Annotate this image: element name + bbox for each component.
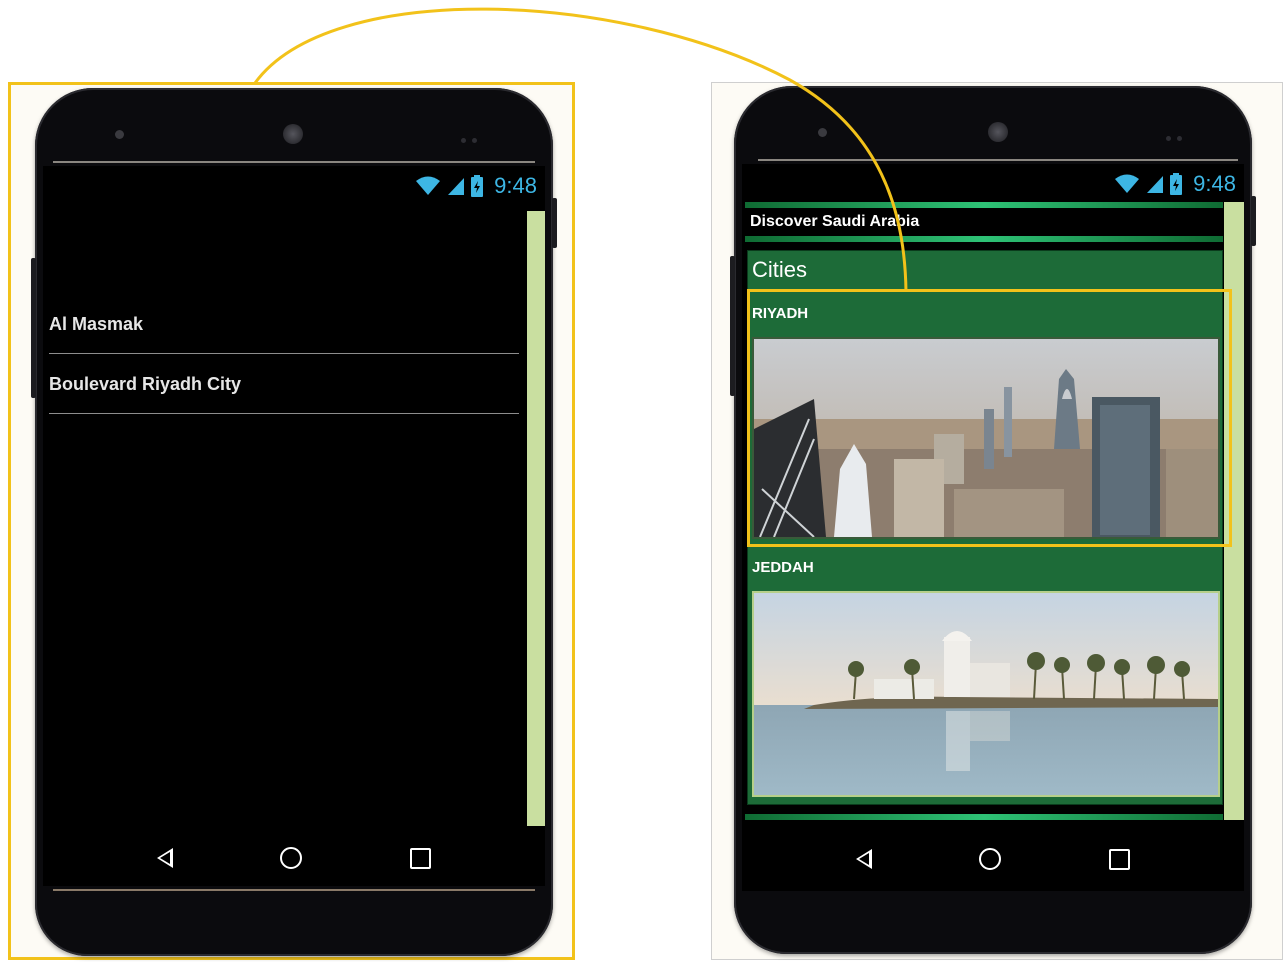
home-icon[interactable]	[979, 848, 1002, 870]
back-icon[interactable]	[855, 849, 872, 869]
navigation-bar	[43, 826, 545, 886]
signal-icon	[1147, 176, 1164, 193]
volume-button	[730, 256, 735, 396]
city-label-jeddah: JEDDAH	[752, 559, 814, 576]
power-button	[552, 198, 557, 248]
status-bar: 9:48	[1114, 170, 1236, 198]
left-phone-frame: 9:48 Al Masmak Boulevard Riyadh City	[8, 82, 575, 960]
screen-bottom-edge	[53, 889, 535, 891]
back-icon[interactable]	[156, 848, 173, 868]
front-sensor-dot	[818, 128, 827, 137]
status-time: 9:48	[494, 173, 537, 198]
proximity-sensor	[461, 130, 489, 143]
list-item[interactable]: Boulevard Riyadh City	[49, 354, 519, 414]
wifi-icon	[416, 176, 441, 195]
signal-icon	[448, 178, 465, 195]
status-time: 9:48	[1193, 171, 1236, 196]
screen-top-edge	[53, 161, 535, 163]
battery-icon	[1170, 173, 1183, 195]
screen-top-edge	[758, 159, 1238, 161]
header-accent-band	[745, 236, 1223, 242]
power-button	[1251, 196, 1256, 246]
home-icon[interactable]	[280, 847, 303, 869]
front-sensor-dot	[115, 130, 124, 139]
header-accent-band	[745, 202, 1223, 208]
list-item-label: Al Masmak	[49, 313, 144, 334]
list-item-label: Boulevard Riyadh City	[49, 373, 242, 394]
recents-icon[interactable]	[410, 847, 432, 869]
navigation-bar	[742, 827, 1244, 891]
front-camera-icon	[988, 122, 1008, 142]
app-title: Discover Saudi Arabia	[747, 210, 1223, 234]
front-camera-icon	[283, 124, 303, 144]
battery-icon	[471, 175, 484, 197]
footer-accent-band	[745, 814, 1223, 820]
riyadh-highlight-box	[747, 289, 1232, 547]
proximity-sensor	[1166, 128, 1194, 141]
right-phone-frame: 9:48 Discover Saudi Arabia Cities RIYADH	[711, 82, 1283, 960]
volume-button	[31, 258, 36, 398]
wifi-icon	[1115, 174, 1140, 193]
phone-body: 9:48 Al Masmak Boulevard Riyadh City	[31, 88, 557, 956]
recents-icon[interactable]	[1109, 848, 1131, 870]
scrollbar[interactable]	[527, 211, 545, 826]
section-title: Cities	[752, 257, 808, 282]
screen: 9:48 Al Masmak Boulevard Riyadh City	[43, 166, 545, 886]
status-bar: 9:48	[415, 172, 537, 200]
jeddah-floating-mosque-photo[interactable]	[752, 591, 1220, 797]
list-item[interactable]: Al Masmak	[49, 294, 519, 354]
